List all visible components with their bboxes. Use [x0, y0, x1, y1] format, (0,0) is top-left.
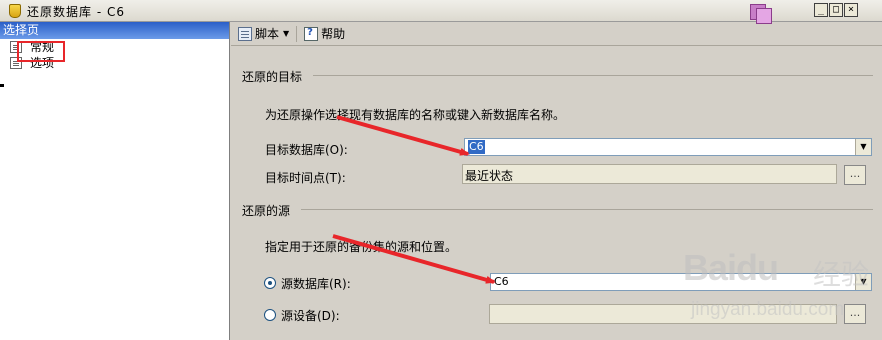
chevron-down-icon[interactable]: ▼: [855, 139, 871, 155]
source-db-label: 源数据库(R):: [281, 277, 351, 291]
target-time-label: 目标时间点(T):: [265, 171, 346, 185]
source-db-radio[interactable]: [264, 277, 276, 289]
window-edge-marker: [0, 84, 4, 87]
script-icon: [238, 26, 252, 41]
help-label: 帮助: [321, 27, 346, 41]
source-section-heading: 还原的源: [242, 204, 291, 218]
watermark-brand: Baidu: [683, 247, 779, 288]
watermark-brand-cn: 经验: [813, 258, 870, 291]
target-section-heading: 还原的目标: [242, 70, 303, 84]
target-description: 为还原操作选择现有数据库的名称或键入新数据库名称。: [265, 108, 566, 122]
help-button[interactable]: 帮助: [301, 24, 348, 44]
target-section-divider: [313, 75, 873, 76]
close-button[interactable]: ×: [844, 3, 858, 17]
source-description: 指定用于还原的备份集的源和位置。: [265, 240, 458, 254]
database-icon: [9, 4, 21, 18]
target-time-field: 最近状态: [462, 164, 837, 184]
toolbar-separator: [296, 25, 298, 42]
source-device-label: 源设备(D):: [281, 309, 340, 323]
source-section-divider: [301, 209, 873, 210]
target-db-label: 目标数据库(O):: [265, 143, 348, 157]
target-db-value: C6: [468, 140, 485, 154]
script-button[interactable]: 脚本 ▼: [235, 24, 292, 44]
source-device-radio[interactable]: [264, 309, 276, 321]
minimize-button[interactable]: _: [814, 3, 828, 17]
help-icon: [304, 26, 319, 41]
select-page-pane: 选择页 常规 选项: [0, 22, 230, 340]
window-controls: _ □ ×: [814, 3, 858, 17]
script-label: 脚本: [255, 27, 280, 41]
dropdown-arrow-icon: ▼: [283, 29, 290, 38]
watermark: Baidu 经验 jingyan.baidu.com: [683, 247, 873, 337]
watermark-url: jingyan.baidu.com: [691, 299, 845, 320]
target-time-browse-button[interactable]: ...: [844, 165, 866, 185]
annotation-highlight-box: [17, 41, 65, 62]
toolbar: 脚本 ▼ 帮助: [231, 22, 882, 46]
target-time-value: 最近状态: [465, 169, 514, 183]
maximize-button[interactable]: □: [829, 3, 843, 17]
window-title: 还原数据库 - C6: [27, 5, 125, 19]
target-db-combobox[interactable]: C6 ▼: [464, 138, 872, 156]
title-bar: 还原数据库 - C6 _ □ ×: [0, 0, 882, 24]
source-db-value: C6: [494, 275, 509, 288]
select-page-header: 选择页: [0, 22, 229, 39]
